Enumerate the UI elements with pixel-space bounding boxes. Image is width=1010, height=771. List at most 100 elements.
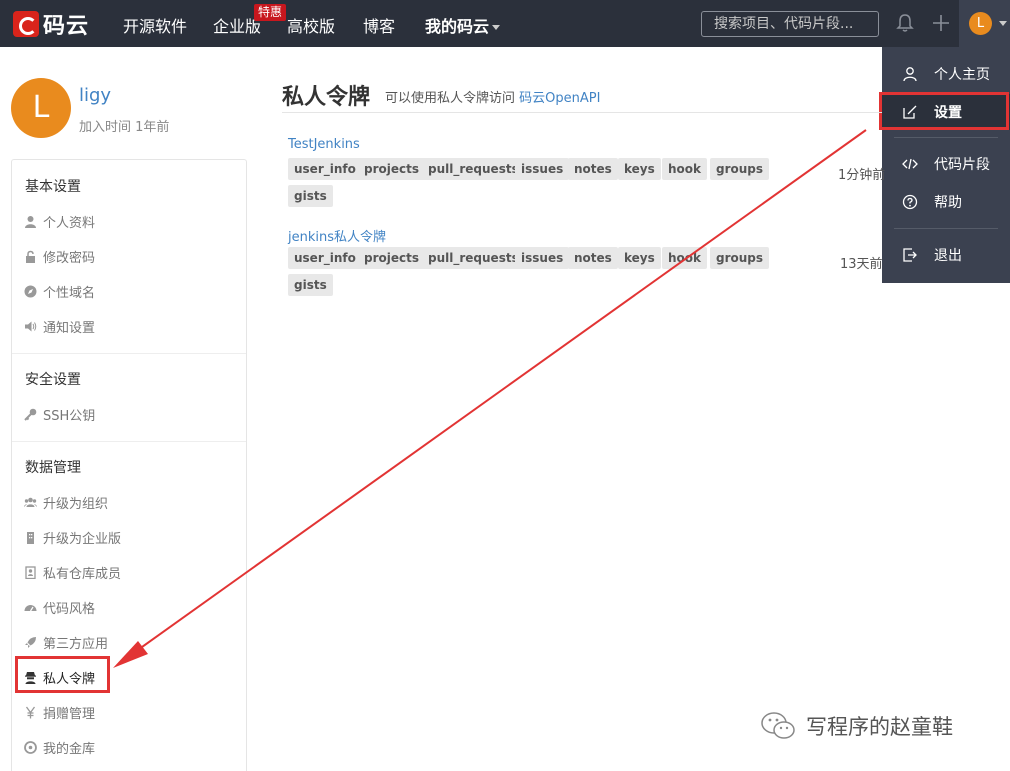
profile-avatar[interactable]: L bbox=[11, 78, 71, 138]
watermark-text: 写程序的赵童鞋 bbox=[806, 715, 953, 739]
sidebar-item-vault[interactable]: 我的金库 bbox=[24, 738, 95, 757]
scope-tag: keys bbox=[618, 158, 661, 180]
profile-joined: 加入时间 1年前 bbox=[79, 120, 170, 135]
chevron-down-icon bbox=[999, 21, 1007, 26]
scope-tag: issues bbox=[515, 247, 570, 269]
sidebar-heading-data: 数据管理 bbox=[25, 460, 81, 476]
page-title: 私人令牌 bbox=[282, 85, 371, 110]
sidebar-heading-security: 安全设置 bbox=[25, 372, 81, 388]
scope-tag: user_info bbox=[288, 158, 362, 180]
private-token-highlight-box bbox=[15, 656, 110, 693]
nav-my-gitee[interactable]: 我的码云 bbox=[425, 13, 501, 37]
volume-icon bbox=[25, 321, 37, 332]
user-dropdown-menu: 个人主页 设置 代码片段 帮助 退出 bbox=[882, 47, 1010, 283]
sidebar-item-upgrade-org[interactable]: 升级为组织 bbox=[24, 493, 108, 512]
compass-icon bbox=[24, 285, 37, 298]
sidebar-divider bbox=[12, 353, 246, 354]
bell-icon[interactable] bbox=[896, 13, 914, 33]
user-icon bbox=[25, 216, 36, 228]
avatar: L bbox=[969, 12, 992, 35]
lock-icon bbox=[26, 250, 35, 263]
scope-tag: keys bbox=[618, 247, 661, 269]
sidebar-item-ssh-keys[interactable]: SSH公钥 bbox=[24, 405, 95, 424]
scope-tag: user_info bbox=[288, 247, 362, 269]
nav-blog[interactable]: 博客 bbox=[363, 13, 395, 37]
scope-tag: hook bbox=[662, 158, 708, 180]
scope-tag: gists bbox=[288, 185, 333, 207]
watermark: 写程序的赵童鞋 bbox=[760, 711, 953, 741]
sidebar-item-label: 捐赠管理 bbox=[43, 707, 96, 722]
yen-icon bbox=[25, 706, 36, 719]
search-input[interactable] bbox=[701, 11, 879, 37]
sidebar-item-label: SSH公钥 bbox=[43, 409, 96, 424]
logout-icon bbox=[903, 248, 917, 262]
menu-item-profile[interactable]: 个人主页 bbox=[882, 56, 1010, 92]
safe-icon bbox=[24, 741, 37, 754]
sidebar-item-label: 升级为组织 bbox=[43, 497, 109, 512]
user-icon bbox=[903, 67, 917, 82]
page: 码云 开源软件 企业版 特惠 高校版 博客 我的码云 L 个人主页 bbox=[0, 0, 1010, 771]
scope-tag: notes bbox=[568, 158, 618, 180]
building-icon bbox=[27, 532, 34, 544]
sidebar-item-notifications[interactable]: 通知设置 bbox=[24, 317, 95, 336]
scope-tag: notes bbox=[568, 247, 618, 269]
page-subtitle: 可以使用私人令牌访问 码云OpenAPI bbox=[385, 87, 600, 106]
settings-highlight-box bbox=[879, 92, 1009, 130]
sidebar-item-label: 个人资料 bbox=[43, 216, 96, 231]
nav-my-gitee-label: 我的码云 bbox=[425, 17, 490, 36]
sidebar-item-donations[interactable]: 捐赠管理 bbox=[24, 703, 95, 722]
nav-campus[interactable]: 高校版 bbox=[287, 13, 335, 37]
scope-tag: pull_requests bbox=[422, 247, 525, 269]
menu-item-logout[interactable]: 退出 bbox=[882, 237, 1010, 273]
sidebar-heading-basic: 基本设置 bbox=[25, 179, 81, 195]
sidebar-item-private-members[interactable]: 私有仓库成员 bbox=[24, 563, 121, 582]
openapi-link[interactable]: 码云OpenAPI bbox=[519, 91, 600, 106]
menu-divider bbox=[894, 137, 998, 138]
sidebar-item-label: 第三方应用 bbox=[43, 637, 109, 652]
plus-icon[interactable] bbox=[931, 13, 951, 33]
menu-item-label: 代码片段 bbox=[934, 157, 990, 173]
sidebar-item-label: 修改密码 bbox=[43, 251, 96, 266]
token-name[interactable]: TestJenkins bbox=[288, 137, 360, 152]
profile-username[interactable]: ligy bbox=[79, 85, 111, 106]
sidebar-item-code-style[interactable]: 代码风格 bbox=[24, 598, 95, 617]
subtitle-text: 可以使用私人令牌访问 bbox=[385, 91, 516, 106]
sidebar-item-label: 升级为企业版 bbox=[43, 532, 122, 547]
sidebar-item-third-party[interactable]: 第三方应用 bbox=[24, 633, 108, 652]
menu-divider bbox=[894, 228, 998, 229]
sidebar-item-domain[interactable]: 个性域名 bbox=[24, 282, 95, 301]
rocket-icon bbox=[25, 637, 36, 648]
scope-tag: pull_requests bbox=[422, 158, 525, 180]
scope-tag: issues bbox=[515, 158, 570, 180]
menu-item-help[interactable]: 帮助 bbox=[882, 184, 1010, 220]
scope-tag: gists bbox=[288, 274, 333, 296]
user-menu-trigger[interactable]: L bbox=[959, 0, 1010, 47]
code-icon bbox=[902, 158, 918, 170]
menu-item-label: 退出 bbox=[934, 248, 962, 264]
wechat-icon bbox=[761, 712, 795, 739]
sidebar-item-label: 通知设置 bbox=[43, 321, 96, 336]
sidebar-item-password[interactable]: 修改密码 bbox=[24, 247, 95, 266]
promo-badge: 特惠 bbox=[254, 4, 287, 21]
scope-tag: groups bbox=[710, 247, 770, 269]
token-created-time: 1分钟前 bbox=[838, 168, 886, 183]
sidebar-item-upgrade-enterprise[interactable]: 升级为企业版 bbox=[24, 528, 121, 547]
users-icon bbox=[24, 497, 37, 507]
nav-open-source[interactable]: 开源软件 bbox=[123, 13, 187, 37]
sidebar-item-profile[interactable]: 个人资料 bbox=[24, 212, 95, 231]
brand-logo[interactable]: 码云 bbox=[13, 10, 90, 39]
menu-item-label: 个人主页 bbox=[934, 67, 990, 83]
token-name[interactable]: jenkins私人令牌 bbox=[288, 226, 386, 245]
top-navbar: 码云 开源软件 企业版 特惠 高校版 博客 我的码云 L bbox=[0, 0, 1010, 47]
token-created-time: 13天前 bbox=[840, 257, 883, 272]
sidebar-item-label: 我的金库 bbox=[43, 742, 96, 757]
menu-item-label: 帮助 bbox=[934, 195, 962, 211]
key-icon bbox=[24, 408, 37, 421]
scope-tag: hook bbox=[662, 247, 708, 269]
chevron-down-icon bbox=[492, 25, 501, 30]
logo-icon bbox=[13, 11, 39, 37]
contact-card-icon bbox=[25, 566, 36, 579]
menu-item-snippets[interactable]: 代码片段 bbox=[882, 146, 1010, 182]
brand-name: 码云 bbox=[43, 14, 90, 39]
sidebar-item-label: 代码风格 bbox=[43, 602, 96, 617]
